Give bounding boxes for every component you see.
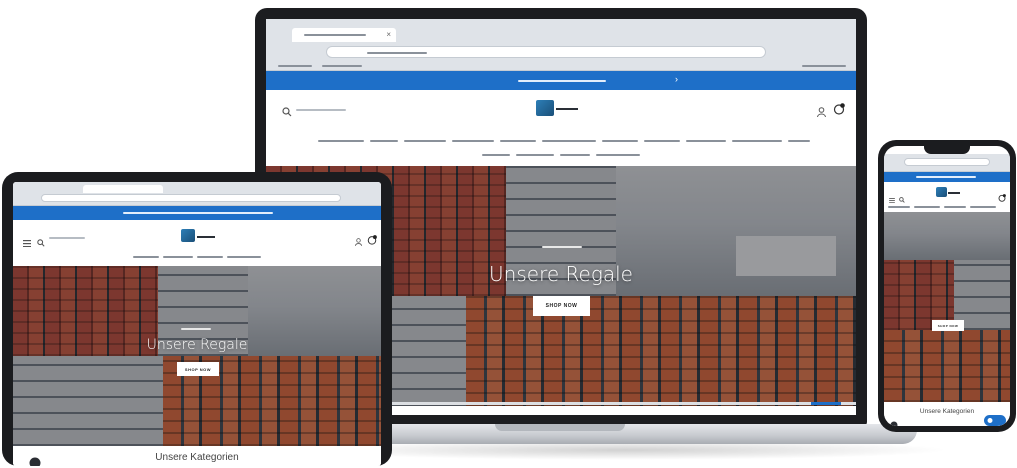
nav-item[interactable] — [516, 154, 554, 156]
nav-item[interactable] — [788, 140, 810, 142]
nav-item[interactable] — [452, 140, 494, 142]
browser-chrome — [13, 182, 381, 206]
nav-item[interactable] — [482, 154, 510, 156]
nav-item[interactable] — [644, 140, 680, 142]
nav-item[interactable] — [560, 154, 590, 156]
site-logo[interactable] — [536, 100, 554, 116]
laptop-notch — [495, 424, 625, 431]
nav-item[interactable] — [318, 140, 364, 142]
browser-chrome: × — [266, 19, 856, 71]
logo-wordmark — [556, 108, 578, 110]
logo-wordmark — [197, 236, 215, 238]
address-bar[interactable] — [41, 194, 341, 202]
categories-section: Unsere Kategorien — [13, 446, 381, 466]
hero-eyebrow — [181, 328, 211, 330]
nav-item[interactable] — [197, 256, 223, 258]
hero-banner: SHOP NOW — [884, 212, 1010, 402]
logo-wordmark — [948, 192, 960, 194]
site-header — [13, 220, 381, 266]
nav-item[interactable] — [596, 154, 640, 156]
shop-now-button[interactable]: SHOP NOW — [177, 362, 219, 376]
site-header — [266, 90, 856, 130]
nav-item[interactable] — [686, 140, 726, 142]
tablet-screen: Unsere Regale SHOP NOW Unsere Kategorien — [13, 182, 381, 466]
search-icon[interactable] — [282, 104, 292, 122]
nav-item[interactable] — [500, 140, 536, 142]
category-nav — [266, 130, 856, 166]
browser-chrome — [884, 154, 1010, 172]
section-title: Unsere Kategorien — [155, 452, 239, 463]
browser-tab[interactable]: × — [292, 28, 396, 42]
nav-item[interactable] — [163, 256, 193, 258]
account-icon[interactable] — [355, 233, 362, 251]
shop-now-button[interactable]: SHOP NOW — [932, 320, 964, 331]
menu-icon[interactable] — [23, 234, 31, 252]
hero-headline: Unsere Regale — [489, 262, 633, 286]
account-icon[interactable] — [817, 104, 826, 122]
address-bar[interactable] — [326, 46, 766, 58]
shop-now-button[interactable]: SHOP NOW — [533, 296, 590, 316]
phone-notch — [924, 146, 970, 154]
bookmark[interactable] — [322, 65, 362, 67]
tablet: Unsere Regale SHOP NOW Unsere Kategorien — [2, 172, 392, 466]
hero-eyebrow — [542, 246, 582, 248]
categories-section: Unsere Kategorien — [884, 402, 1010, 426]
help-icon[interactable] — [890, 416, 898, 426]
nav-item[interactable] — [914, 206, 940, 208]
nav-item[interactable] — [404, 140, 446, 142]
chat-icon[interactable] — [29, 456, 41, 466]
site-header — [884, 182, 1010, 212]
bookmark[interactable] — [278, 65, 312, 67]
cart-icon[interactable] — [998, 189, 1006, 207]
hero-banner: Unsere Regale SHOP NOW — [13, 266, 381, 446]
search-input[interactable] — [49, 237, 85, 239]
phone-screen: SHOP NOW Unsere Kategorien — [884, 146, 1010, 426]
announcement-bar[interactable] — [13, 206, 381, 220]
nav-item[interactable] — [732, 140, 782, 142]
nav-item[interactable] — [888, 206, 910, 208]
site-logo[interactable] — [181, 229, 195, 242]
close-icon[interactable]: × — [386, 30, 391, 39]
site-logo[interactable] — [936, 187, 947, 197]
nav-item[interactable] — [133, 256, 159, 258]
nav-item[interactable] — [602, 140, 638, 142]
announcement-bar[interactable] — [884, 172, 1010, 182]
phone: SHOP NOW Unsere Kategorien — [878, 140, 1016, 432]
nav-item[interactable] — [370, 140, 398, 142]
nav-item[interactable] — [970, 206, 996, 208]
nav-item[interactable] — [542, 140, 596, 142]
nav-item[interactable] — [227, 256, 261, 258]
chat-icon[interactable] — [984, 413, 1006, 426]
nav-item[interactable] — [944, 206, 966, 208]
search-input[interactable] — [296, 109, 346, 111]
announcement-bar[interactable]: › — [266, 71, 856, 90]
hero-headline: Unsere Regale — [146, 337, 248, 353]
cart-icon[interactable] — [833, 102, 845, 120]
browser-tab[interactable] — [83, 185, 163, 193]
cart-icon[interactable] — [367, 232, 377, 250]
chevron-right-icon[interactable]: › — [675, 74, 678, 84]
address-bar[interactable] — [904, 158, 990, 166]
search-icon[interactable] — [37, 234, 45, 252]
bookmark[interactable] — [802, 65, 846, 67]
